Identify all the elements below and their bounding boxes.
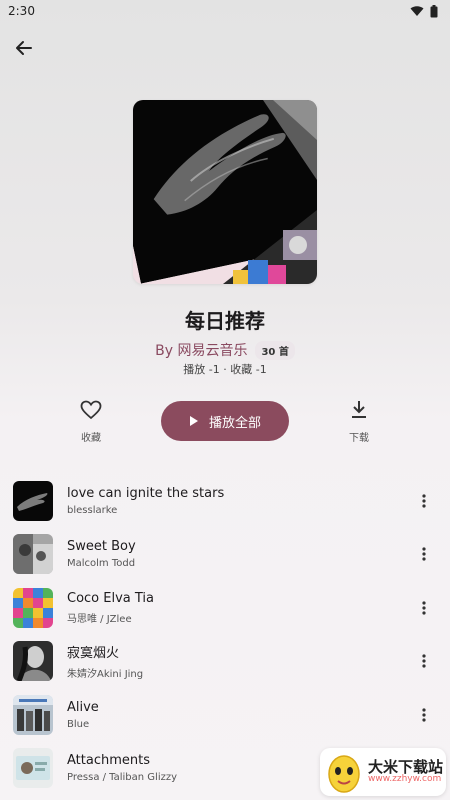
playlist-byline: By 网易云音乐 30 首 (0, 340, 450, 360)
wifi-icon (410, 6, 424, 16)
song-artist: 马思唯 / JZlee (67, 613, 132, 625)
battery-icon (430, 4, 438, 17)
song-title: Attachments (67, 753, 150, 769)
more-vert-icon (422, 601, 426, 615)
watermark-url: www.zzhyw.com (368, 774, 442, 785)
song-thumbnail (13, 748, 53, 789)
more-options-button[interactable] (416, 703, 432, 727)
song-artist: Malcolm Todd (67, 558, 136, 570)
more-vert-icon (422, 547, 426, 561)
more-options-button[interactable] (416, 649, 432, 673)
song-thumbnail (13, 641, 53, 682)
more-options-button[interactable] (416, 596, 432, 620)
song-artist: blesslarke (67, 504, 118, 516)
favorite-button[interactable]: 收藏 (56, 400, 126, 444)
song-title: Coco Elva Tia (67, 590, 155, 606)
more-options-button[interactable] (416, 489, 432, 513)
song-thumbnail (13, 534, 53, 575)
song-title: 寂寞烟火 (67, 646, 120, 662)
play-all-button[interactable]: 播放全部 (161, 401, 289, 441)
playlist-stats: 播放 -1 · 收藏 -1 (183, 363, 267, 376)
watermark-title: 大米下载站 (368, 757, 444, 776)
back-button[interactable] (10, 34, 38, 62)
song-row[interactable]: Coco Elva Tia 马思唯 / JZlee (0, 581, 450, 635)
song-row[interactable]: love can ignite the stars blesslarke (0, 474, 450, 528)
more-vert-icon (422, 654, 426, 668)
song-artist: Pressa / Taliban Glizzy (67, 772, 178, 784)
play-all-label: 播放全部 (208, 414, 261, 430)
watermark: 大米下载站 www.zzhyw.com (320, 748, 446, 796)
song-thumbnail (13, 587, 53, 628)
song-thumbnail (13, 480, 53, 521)
song-list: love can ignite the stars blesslarke Swe… (0, 474, 450, 795)
creator-link[interactable]: By 网易云音乐 (155, 340, 247, 360)
song-artist: Blue (67, 718, 90, 730)
download-button[interactable]: 下载 (324, 400, 394, 444)
song-row[interactable]: 寂寞烟火 朱婧汐Akini Jing (0, 635, 450, 689)
song-row[interactable]: Sweet Boy Malcolm Todd (0, 528, 450, 582)
download-icon (352, 401, 366, 418)
status-bar: 2:30 (0, 0, 450, 22)
song-title: love can ignite the stars (67, 485, 225, 501)
more-vert-icon (422, 708, 426, 722)
arrow-left-icon (16, 41, 32, 55)
heart-icon (80, 400, 102, 420)
favorite-label: 收藏 (81, 433, 101, 444)
mascot-logo-icon (328, 755, 360, 793)
song-count-badge: 30 首 (255, 340, 295, 360)
song-title: Sweet Boy (67, 539, 136, 555)
cover-collage (223, 100, 317, 284)
playlist-title: 每日推荐 (185, 309, 265, 333)
song-thumbnail (13, 694, 53, 735)
play-icon (189, 416, 198, 426)
song-title: Alive (67, 699, 99, 715)
more-options-button[interactable] (416, 542, 432, 566)
song-artist: 朱婧汐Akini Jing (67, 669, 144, 681)
playlist-cover (133, 100, 317, 284)
status-time: 2:30 (8, 4, 35, 18)
download-label: 下载 (349, 433, 369, 444)
song-row[interactable]: Alive Blue (0, 688, 450, 742)
more-vert-icon (422, 494, 426, 508)
